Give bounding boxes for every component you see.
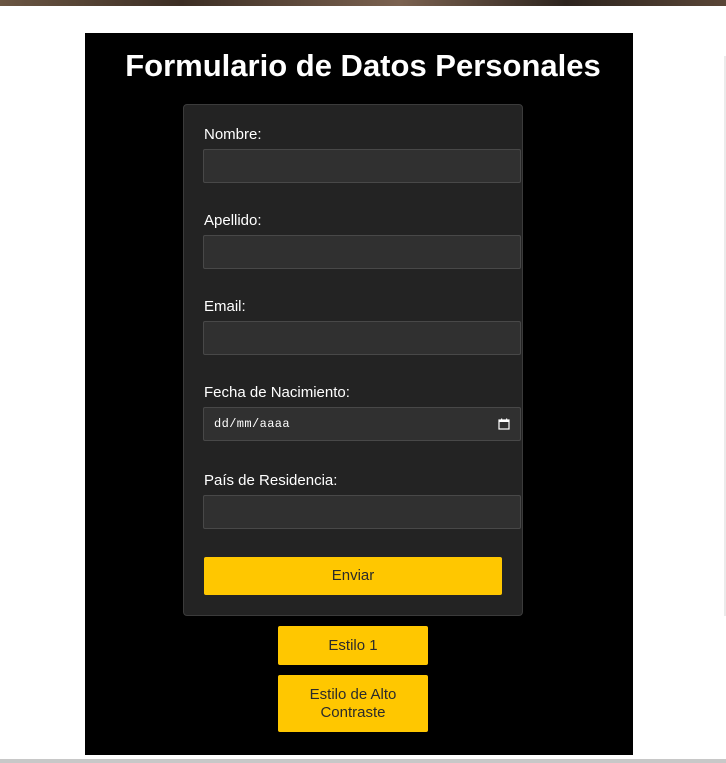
submit-button[interactable]: Enviar	[204, 557, 502, 595]
email-label: Email:	[204, 298, 246, 315]
birthdate-value: dd/mm/aaaa	[214, 417, 291, 431]
window-top-strip	[0, 0, 726, 6]
residence-country-input[interactable]	[203, 495, 521, 529]
page-title: Formulario de Datos Personales	[125, 48, 601, 83]
high-contrast-style-button[interactable]: Estilo de Alto Contraste	[278, 675, 428, 732]
email-input[interactable]	[203, 321, 521, 355]
apellido-label: Apellido:	[204, 212, 262, 229]
birthdate-input[interactable]: dd/mm/aaaa	[203, 407, 521, 441]
window-bottom-border	[0, 759, 726, 763]
apellido-input[interactable]	[203, 235, 521, 269]
calendar-icon[interactable]	[498, 418, 510, 430]
style-1-button[interactable]: Estilo 1	[278, 626, 428, 665]
nombre-label: Nombre:	[204, 126, 262, 143]
residence-country-label: País de Residencia:	[204, 472, 338, 489]
high-contrast-style-label: Estilo de Alto Contraste	[309, 685, 397, 721]
birthdate-label: Fecha de Nacimiento:	[204, 384, 350, 401]
nombre-input[interactable]	[203, 149, 521, 183]
